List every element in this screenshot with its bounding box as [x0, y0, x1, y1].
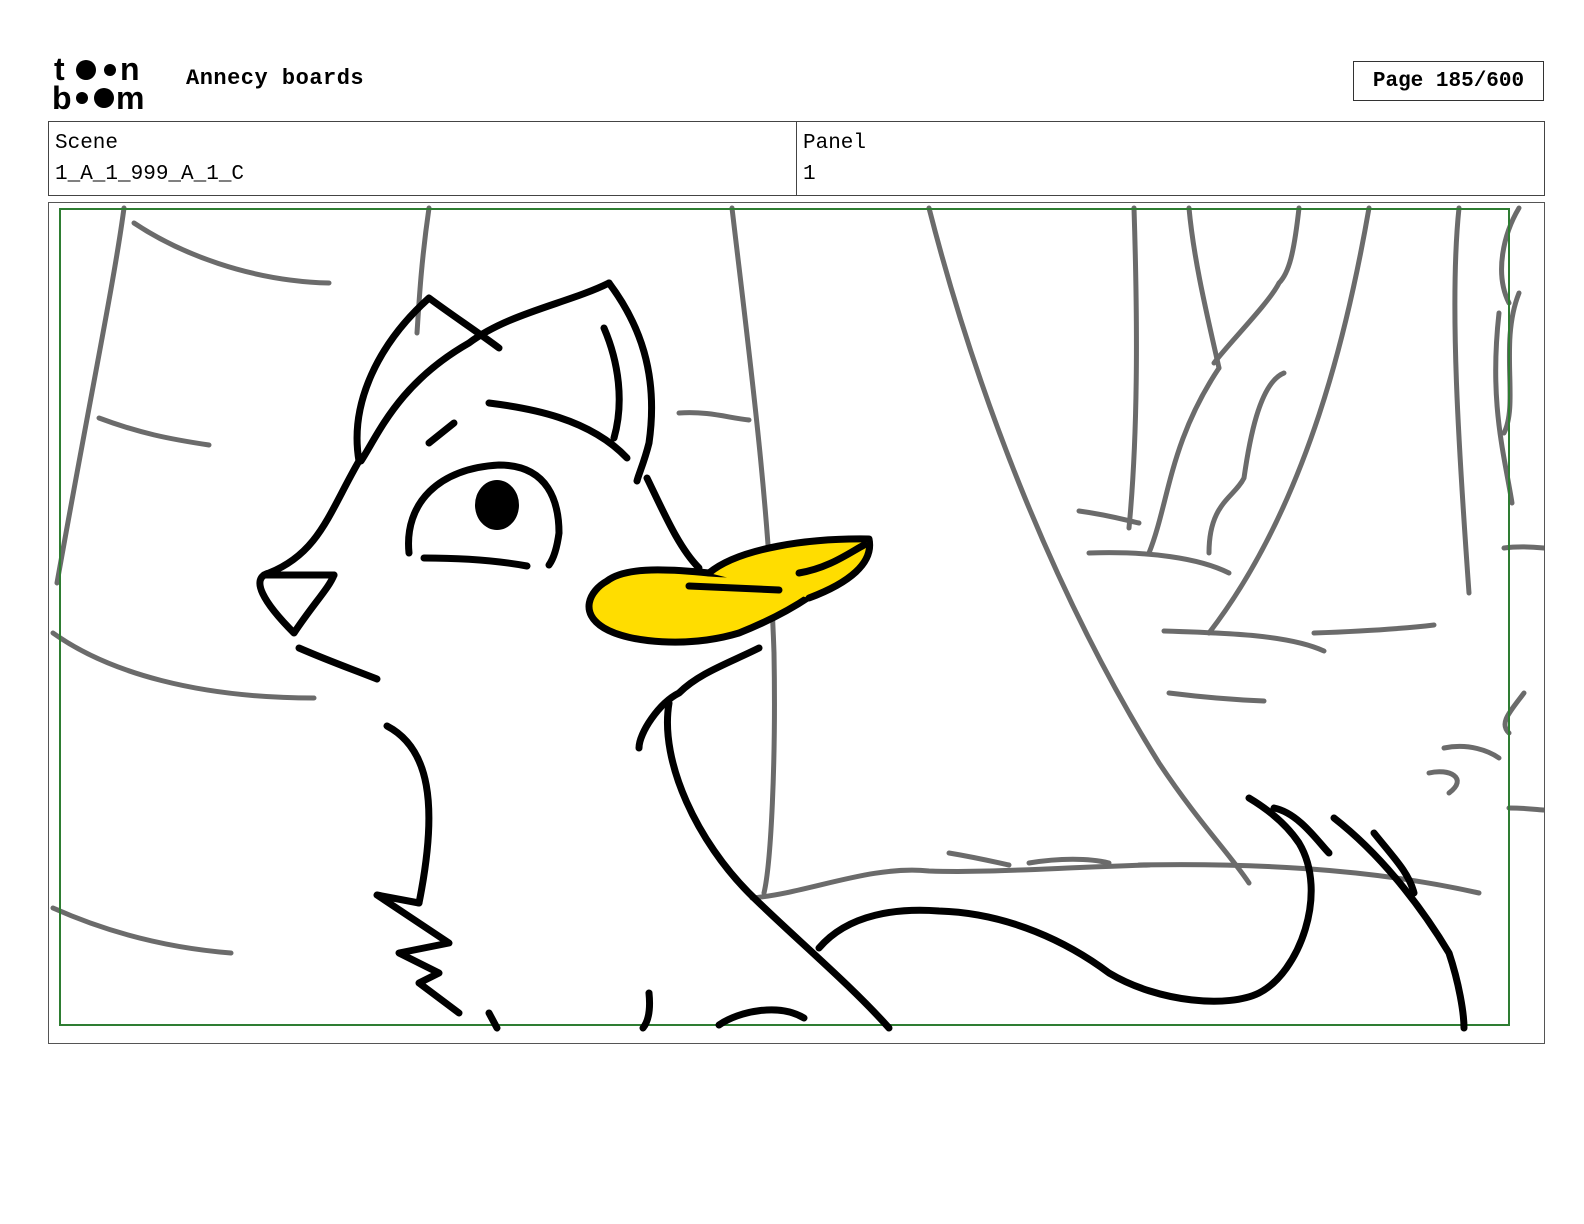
svg-text:m: m — [116, 80, 144, 112]
toon-boom-logo: t n b m — [52, 51, 164, 116]
eye-pupil — [475, 480, 519, 530]
storyboard-panel — [48, 202, 1545, 1044]
panel-value: 1 — [803, 163, 816, 186]
panel-label: Panel — [803, 132, 867, 155]
beak — [585, 535, 874, 646]
scene-panel-info: Scene 1_A_1_999_A_1_C Panel 1 — [48, 121, 1545, 196]
character-drawing — [256, 279, 1468, 1032]
scene-cell: Scene 1_A_1_999_A_1_C — [49, 122, 796, 195]
svg-text:b: b — [52, 80, 72, 112]
panel-drawing — [50, 205, 1544, 1032]
scene-value: 1_A_1_999_A_1_C — [55, 163, 245, 186]
panel-cell: Panel 1 — [796, 122, 1544, 195]
app-title: Annecy boards — [186, 66, 365, 91]
page-indicator: Page 185/600 — [1353, 61, 1544, 101]
page-label: Page 185/600 — [1372, 69, 1525, 93]
scene-label: Scene — [55, 132, 119, 155]
